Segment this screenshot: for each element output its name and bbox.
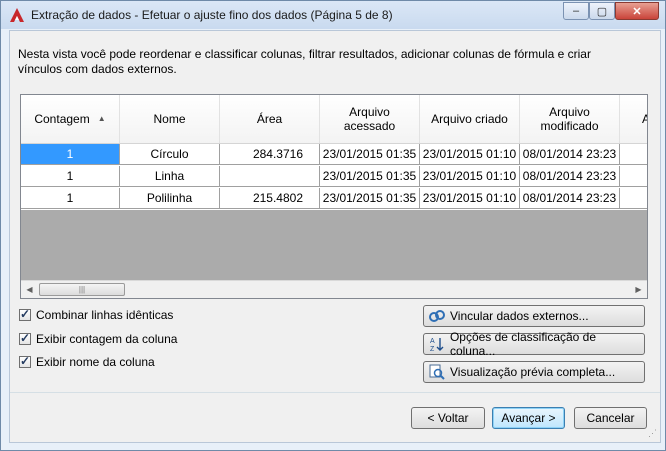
table-cell[interactable]: 08/01/2014 23:23 xyxy=(520,188,620,209)
table-cell[interactable]: 08/01/2014 23:23 xyxy=(520,144,620,165)
autocad-icon xyxy=(10,8,24,22)
close-button[interactable]: ✕ xyxy=(615,2,659,20)
column-header-arquivo-criado[interactable]: Arquivo criado xyxy=(420,95,520,143)
column-header-arquivo-modificado[interactable]: Arquivo modificado xyxy=(520,95,620,143)
preview-magnifier-icon xyxy=(428,364,446,380)
table-cell[interactable]: 23/01/2015 01:10 xyxy=(420,188,520,209)
maximize-button[interactable]: ▢ xyxy=(589,2,615,20)
minimize-button[interactable]: – xyxy=(563,2,589,20)
table-cell[interactable]: 08/01/2014 23:23 xyxy=(520,166,620,187)
table-cell[interactable]: 1 xyxy=(21,188,120,209)
scroll-right-icon[interactable]: ▶ xyxy=(630,281,647,298)
table-cell[interactable]: Polilinha xyxy=(120,188,220,209)
svg-text:A: A xyxy=(430,338,435,345)
table-cell[interactable]: 23/01/2015 01:10 xyxy=(420,166,520,187)
table-row[interactable]: 1 Linha 23/01/2015 01:35 23/01/2015 01:1… xyxy=(21,166,647,188)
title-bar[interactable]: Extração de dados - Efetuar o ajuste fin… xyxy=(1,1,665,29)
grid-header: Contagem ▲ Nome Área Arquivo acessado Arq… xyxy=(21,95,647,144)
window-title: Extração de dados - Efetuar o ajuste fin… xyxy=(31,8,393,22)
table-cell[interactable]: 23/01/2015 01:10 xyxy=(420,144,520,165)
footer-separator xyxy=(10,392,660,393)
table-cell[interactable]: 23/01/2015 01:35 xyxy=(320,188,420,209)
table-cell[interactable]: 23/01/2015 01:35 xyxy=(320,166,420,187)
show-count-checkbox[interactable]: Exibir contagem da coluna xyxy=(19,331,177,346)
svg-text:Z: Z xyxy=(430,346,435,352)
table-cell[interactable]: Linha xyxy=(120,166,220,187)
show-name-checkbox[interactable]: Exibir nome da coluna xyxy=(19,354,155,369)
checked-box-icon[interactable] xyxy=(19,307,31,321)
link-external-data-button[interactable]: Vincular dados externos... xyxy=(423,305,645,327)
sort-ascending-icon: ▲ xyxy=(97,114,106,123)
data-grid[interactable]: Contagem ▲ Nome Área Arquivo acessado Arq… xyxy=(20,94,648,299)
sort-az-icon: AZ xyxy=(428,336,446,352)
dialog-content: Nesta vista você pode reordenar e classi… xyxy=(9,30,661,443)
table-cell[interactable]: 1 xyxy=(21,166,120,187)
table-row[interactable]: 1 Círculo 284.3716 23/01/2015 01:35 23/0… xyxy=(21,144,647,166)
horizontal-scrollbar[interactable]: ◀ ||| ▶ xyxy=(21,280,647,298)
column-header-area[interactable]: Área xyxy=(220,95,320,143)
table-cell[interactable]: 1 xyxy=(21,144,120,165)
checked-box-icon[interactable] xyxy=(19,354,31,368)
table-cell[interactable]: Círculo xyxy=(120,144,220,165)
link-icon xyxy=(428,308,446,324)
scroll-left-icon[interactable]: ◀ xyxy=(21,281,38,298)
table-row[interactable]: 1 Polilinha 215.4802 23/01/2015 01:35 23… xyxy=(21,188,647,210)
table-cell[interactable] xyxy=(620,166,647,187)
combine-rows-checkbox[interactable]: Combinar linhas idênticas xyxy=(19,307,173,322)
back-button[interactable]: < Voltar xyxy=(411,407,485,429)
page-description: Nesta vista você pode reordenar e classi… xyxy=(18,47,591,76)
table-cell[interactable] xyxy=(220,166,320,187)
column-header-truncated[interactable]: A xyxy=(620,95,647,143)
checked-box-icon[interactable] xyxy=(19,331,31,345)
full-preview-button[interactable]: Visualização prévia completa... xyxy=(423,361,645,383)
column-sort-options-button[interactable]: AZ Opções de classificação de coluna... xyxy=(423,330,645,358)
table-cell[interactable] xyxy=(620,188,647,209)
table-cell[interactable]: 23/01/2015 01:35 xyxy=(320,144,420,165)
resize-grip-icon[interactable]: ⋰ xyxy=(648,428,657,439)
column-header-arquivo-acessado[interactable]: Arquivo acessado xyxy=(320,95,420,143)
table-cell[interactable] xyxy=(620,144,647,165)
dialog-window: Extração de dados - Efetuar o ajuste fin… xyxy=(0,0,666,451)
cancel-button[interactable]: Cancelar xyxy=(574,407,647,429)
scrollbar-thumb[interactable]: ||| xyxy=(39,283,125,296)
column-header-nome[interactable]: Nome xyxy=(120,95,220,143)
next-button[interactable]: Avançar > xyxy=(492,407,565,429)
table-cell[interactable]: 284.3716 xyxy=(220,144,320,165)
column-header-contagem[interactable]: Contagem ▲ xyxy=(21,95,120,143)
table-cell[interactable]: 215.4802 xyxy=(220,188,320,209)
